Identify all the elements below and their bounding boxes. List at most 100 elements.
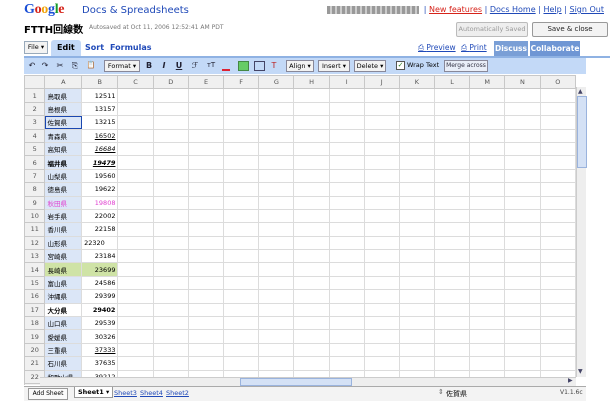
cell-empty[interactable] bbox=[117, 222, 154, 237]
cell-empty[interactable] bbox=[187, 101, 225, 117]
column-header-d[interactable]: D bbox=[152, 75, 189, 90]
cell-empty[interactable] bbox=[363, 115, 400, 130]
cell-empty[interactable] bbox=[223, 182, 260, 197]
cell-empty[interactable] bbox=[539, 262, 576, 277]
cell-empty[interactable] bbox=[258, 289, 295, 304]
cell-empty[interactable] bbox=[433, 235, 471, 251]
cell-b[interactable]: 29402 bbox=[81, 302, 119, 318]
cell-empty[interactable] bbox=[433, 275, 471, 291]
cell-empty[interactable] bbox=[398, 235, 435, 251]
row-header[interactable]: 16 bbox=[24, 289, 46, 304]
cell-empty[interactable] bbox=[328, 115, 365, 130]
cell-empty[interactable] bbox=[223, 302, 260, 318]
cell-empty[interactable] bbox=[539, 235, 576, 251]
text-color-icon[interactable] bbox=[222, 61, 230, 71]
cell-empty[interactable] bbox=[187, 195, 225, 210]
cell-empty[interactable] bbox=[328, 195, 365, 210]
cell-empty[interactable] bbox=[469, 128, 506, 143]
column-header-e[interactable]: E bbox=[187, 75, 225, 90]
row-header[interactable]: 9 bbox=[24, 195, 46, 210]
cell-empty[interactable] bbox=[504, 141, 541, 157]
cell-empty[interactable] bbox=[293, 195, 330, 210]
cell-empty[interactable] bbox=[363, 342, 400, 358]
cell-empty[interactable] bbox=[433, 262, 471, 277]
cell-empty[interactable] bbox=[433, 208, 471, 224]
cell-a[interactable]: 石川県 bbox=[44, 356, 83, 371]
cell-empty[interactable] bbox=[363, 168, 400, 184]
cell-empty[interactable] bbox=[504, 289, 541, 304]
cell-empty[interactable] bbox=[258, 115, 295, 130]
cell-empty[interactable] bbox=[293, 128, 330, 143]
cell-empty[interactable] bbox=[398, 155, 435, 170]
italic-button[interactable]: I bbox=[160, 60, 168, 71]
cell-empty[interactable] bbox=[258, 235, 295, 251]
cell-empty[interactable] bbox=[328, 235, 365, 251]
cell-b[interactable]: 22320 bbox=[81, 235, 119, 251]
cell-b[interactable]: 37635 bbox=[81, 356, 119, 371]
column-header-o[interactable]: O bbox=[539, 75, 576, 90]
cell-empty[interactable] bbox=[363, 208, 400, 224]
cell-a[interactable]: 愛媛県 bbox=[44, 329, 83, 344]
cell-empty[interactable] bbox=[258, 128, 295, 143]
cell-empty[interactable] bbox=[187, 222, 225, 237]
cell-empty[interactable] bbox=[117, 356, 154, 371]
borders-icon[interactable] bbox=[254, 61, 265, 71]
cell-empty[interactable] bbox=[117, 235, 154, 251]
cell-empty[interactable] bbox=[258, 101, 295, 117]
cell-empty[interactable] bbox=[187, 249, 225, 264]
cell-empty[interactable] bbox=[504, 302, 541, 318]
cell-a[interactable]: 富山県 bbox=[44, 275, 83, 291]
cell-empty[interactable] bbox=[117, 275, 154, 291]
sheet-tab-sheet1[interactable]: Sheet1 ▾ bbox=[74, 387, 114, 398]
cell-empty[interactable] bbox=[187, 115, 225, 130]
insert-menu[interactable]: Insert ▾ bbox=[318, 60, 350, 72]
cell-empty[interactable] bbox=[152, 195, 189, 210]
cell-empty[interactable] bbox=[328, 168, 365, 184]
cell-empty[interactable] bbox=[328, 222, 365, 237]
cell-b[interactable]: 12511 bbox=[81, 88, 119, 103]
cell-empty[interactable] bbox=[398, 128, 435, 143]
cell-empty[interactable] bbox=[398, 289, 435, 304]
cell-empty[interactable] bbox=[258, 262, 295, 277]
tab-formulas[interactable]: Formulas bbox=[104, 40, 158, 56]
cell-empty[interactable] bbox=[117, 208, 154, 224]
cell-empty[interactable] bbox=[152, 141, 189, 157]
cell-empty[interactable] bbox=[117, 88, 154, 103]
cell-empty[interactable] bbox=[258, 195, 295, 210]
cell-empty[interactable] bbox=[539, 88, 576, 103]
column-header-c[interactable]: C bbox=[117, 75, 154, 90]
cell-empty[interactable] bbox=[152, 128, 189, 143]
column-header-h[interactable]: H bbox=[293, 75, 330, 90]
cell-empty[interactable] bbox=[152, 316, 189, 331]
cell-empty[interactable] bbox=[398, 262, 435, 277]
cell-empty[interactable] bbox=[258, 182, 295, 197]
cell-empty[interactable] bbox=[328, 262, 365, 277]
cell-empty[interactable] bbox=[539, 356, 576, 371]
cell-empty[interactable] bbox=[293, 302, 330, 318]
cell-empty[interactable] bbox=[293, 249, 330, 264]
cell-b[interactable]: 19479 bbox=[81, 155, 119, 170]
cell-empty[interactable] bbox=[504, 182, 541, 197]
paste-icon[interactable]: 📋 bbox=[85, 60, 97, 71]
cell-empty[interactable] bbox=[117, 168, 154, 184]
cell-empty[interactable] bbox=[433, 155, 471, 170]
cell-empty[interactable] bbox=[223, 128, 260, 143]
cell-empty[interactable] bbox=[328, 128, 365, 143]
cell-empty[interactable] bbox=[152, 356, 189, 371]
cell-empty[interactable] bbox=[152, 88, 189, 103]
cell-empty[interactable] bbox=[223, 101, 260, 117]
document-title[interactable]: FTTH回線数 bbox=[24, 21, 83, 36]
cell-empty[interactable] bbox=[539, 195, 576, 210]
sheet-tab-sheet3[interactable]: Sheet3 bbox=[114, 389, 137, 397]
cell-a[interactable]: 長崎県 bbox=[44, 262, 83, 277]
row-header[interactable]: 6 bbox=[24, 155, 46, 170]
cell-empty[interactable] bbox=[398, 329, 435, 344]
row-header[interactable]: 14 bbox=[24, 262, 46, 277]
column-header-b[interactable]: B bbox=[81, 75, 119, 90]
cell-empty[interactable] bbox=[504, 316, 541, 331]
cell-empty[interactable] bbox=[363, 316, 400, 331]
cell-empty[interactable] bbox=[117, 182, 154, 197]
cell-empty[interactable] bbox=[433, 302, 471, 318]
cell-empty[interactable] bbox=[433, 342, 471, 358]
cell-empty[interactable] bbox=[258, 302, 295, 318]
